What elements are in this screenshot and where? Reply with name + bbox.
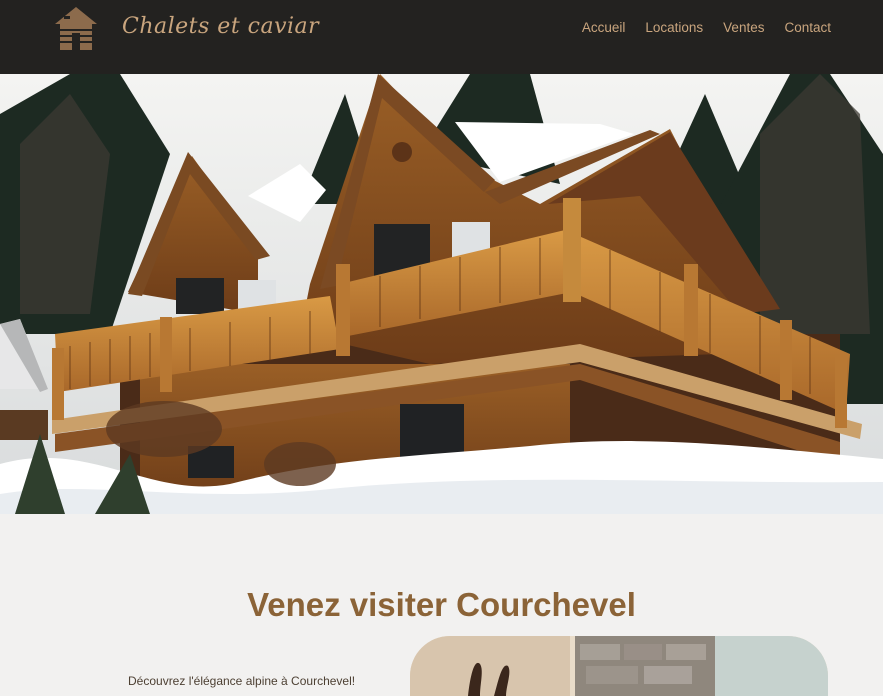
nav-accueil[interactable]: Accueil xyxy=(582,20,626,35)
intro-text: Découvrez l'élégance alpine à Courchevel… xyxy=(128,674,356,688)
logo-link[interactable]: Chalets et caviar xyxy=(52,4,319,54)
logo-text: Chalets et caviar xyxy=(122,14,320,39)
courchevel-photo xyxy=(410,636,828,696)
snowy-chalet-illustration xyxy=(0,74,883,514)
main-nav: Accueil Locations Ventes Contact xyxy=(582,20,831,35)
site-header: Chalets et caviar Accueil Locations Vent… xyxy=(0,0,883,74)
nav-locations[interactable]: Locations xyxy=(645,20,703,35)
chalet-detail-photo xyxy=(410,636,828,696)
section-title: Venez visiter Courchevel xyxy=(247,586,636,624)
hero-image xyxy=(0,74,883,514)
nav-ventes[interactable]: Ventes xyxy=(723,20,764,35)
nav-contact[interactable]: Contact xyxy=(784,20,831,35)
log-cabin-icon xyxy=(55,7,97,50)
